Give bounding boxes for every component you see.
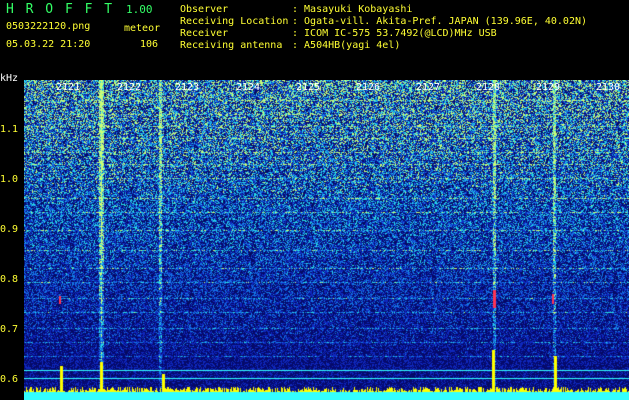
minute-label: 2121 (56, 82, 81, 93)
minute-label: 2129 (536, 82, 561, 93)
antenna-label: Receiving antenna (180, 40, 283, 51)
mode-label: meteor (124, 23, 161, 34)
location-value: : Ogata-vill. Akita-Pref. JAPAN (139.96E… (292, 16, 588, 27)
y-axis-unit: kHz (0, 73, 19, 84)
y-tick-label: 0.9 (0, 224, 19, 235)
observer-label: Observer (180, 4, 229, 15)
echo-count: 106 (140, 39, 159, 50)
minute-label: 2123 (175, 82, 200, 93)
y-tick-label: 1.0 (0, 174, 19, 185)
filename: 0503222120.png (6, 21, 91, 32)
header-panel: H R O F F T 1.00 0503222120.png meteor 0… (0, 0, 629, 72)
minute-label: 2127 (416, 82, 441, 93)
y-tick-label: 0.7 (0, 324, 19, 335)
y-tick-label: 0.8 (0, 274, 19, 285)
receiver-value: : ICOM IC-575 53.7492(@LCD)MHz USB (292, 28, 497, 39)
minute-label: 2130 (596, 82, 621, 93)
minute-label: 2124 (236, 82, 261, 93)
minute-label: 2128 (476, 82, 501, 93)
app-name: H R O F F T (6, 2, 115, 17)
datetime: 05.03.22 21:20 (6, 39, 91, 50)
antenna-value: : A504HB(yagi 4el) (292, 40, 401, 51)
spectrogram (24, 80, 629, 400)
minute-label: 2125 (296, 82, 321, 93)
location-label: Receiving Location (180, 16, 289, 27)
observer-value: : Masayuki Kobayashi (292, 4, 413, 15)
receiver-label: Receiver (180, 28, 229, 39)
minute-label: 2122 (117, 82, 142, 93)
y-tick-label: 1.1 (0, 124, 19, 135)
y-tick-label: 0.6 (0, 374, 19, 385)
minute-label: 2126 (356, 82, 381, 93)
app-version: 1.00 (126, 3, 153, 16)
